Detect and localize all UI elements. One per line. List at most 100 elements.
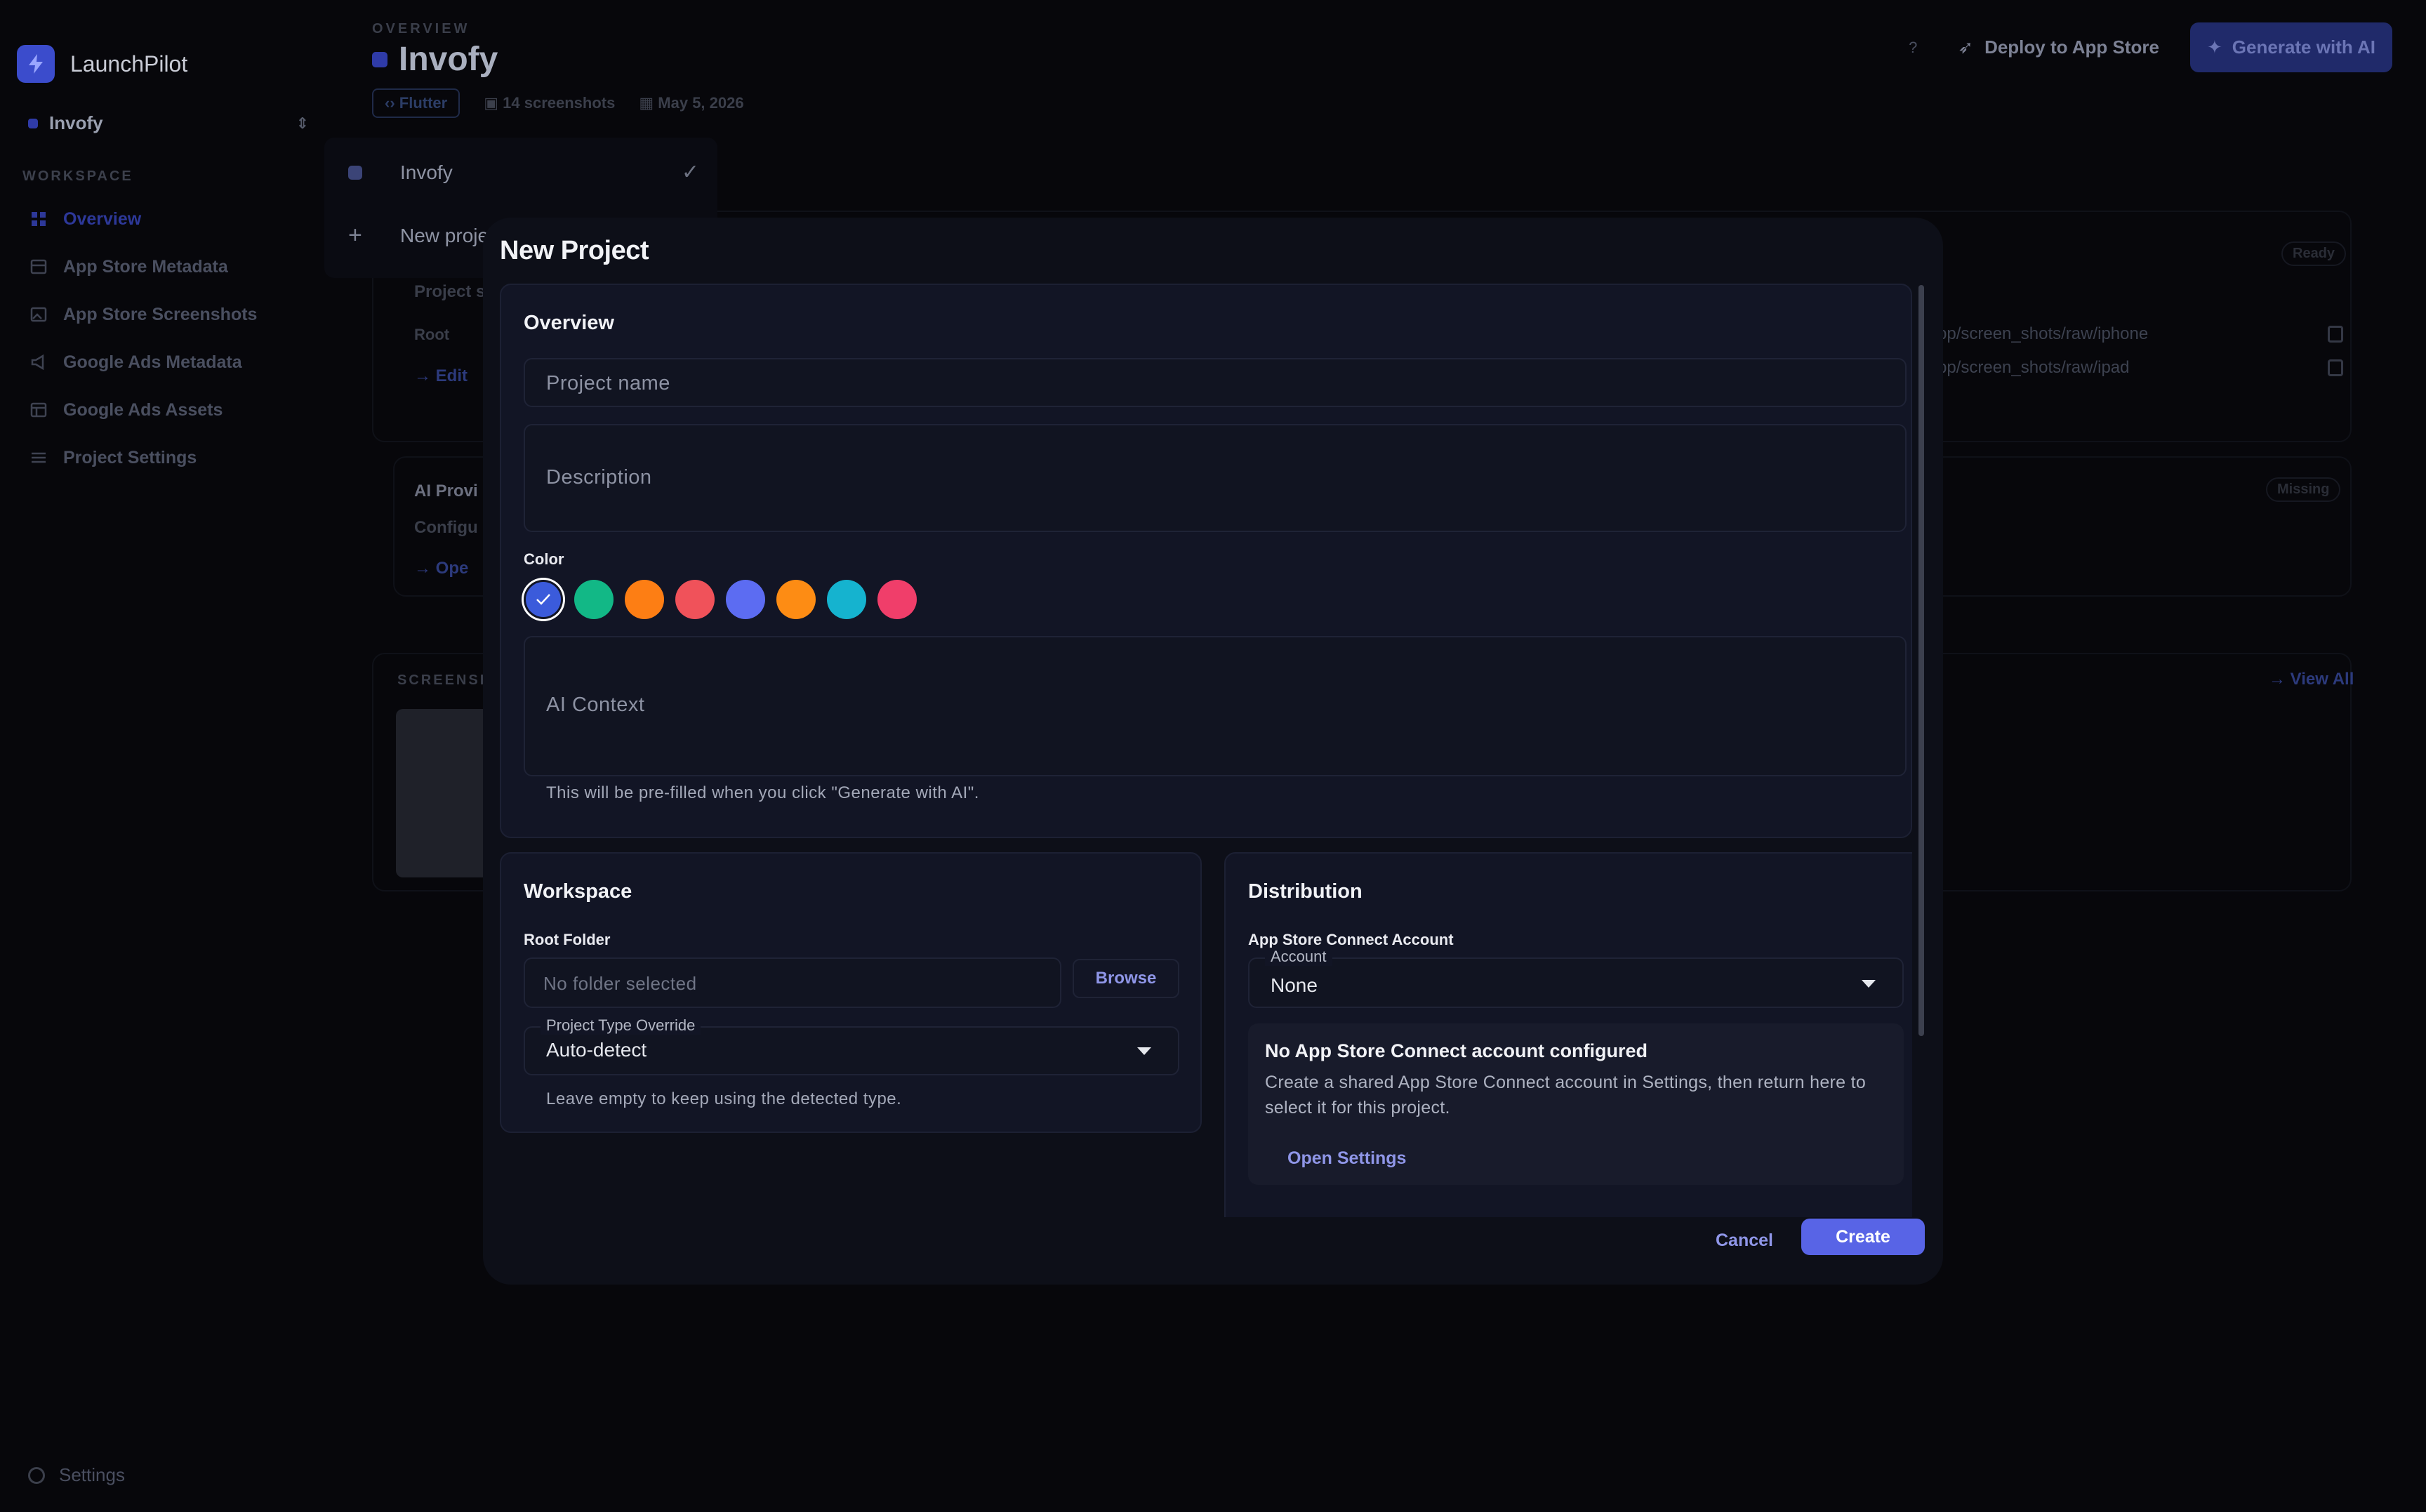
project-type-label: Project Type Override — [541, 1016, 701, 1035]
megaphone-icon — [29, 353, 48, 371]
deploy-label: Deploy to App Store — [1984, 37, 2159, 58]
check-icon — [536, 594, 550, 605]
missing-badge: Missing — [2266, 477, 2341, 502]
color-swatch-8[interactable] — [877, 580, 917, 619]
sidebar-item-label: App Store Metadata — [63, 256, 228, 277]
project-switcher-label: Invofy — [49, 112, 103, 133]
open-settings-button[interactable]: Open Settings — [1287, 1148, 1406, 1169]
account-select[interactable]: None — [1248, 957, 1904, 1008]
view-all-label: View All — [2290, 670, 2354, 689]
dialog-title: New Project — [500, 236, 649, 265]
chevron-updown-icon: ⇕ — [296, 114, 309, 132]
project-date-label: May 5, 2026 — [658, 94, 744, 112]
color-swatch-3[interactable] — [625, 580, 664, 619]
help-button[interactable]: ? — [1899, 34, 1927, 62]
code-icon: ‹› — [385, 94, 395, 112]
framework-label: Flutter — [399, 94, 448, 112]
color-swatch-1[interactable] — [526, 582, 561, 617]
edit-link[interactable]: → Edit — [414, 366, 468, 386]
sidebar-item-label: App Store Screenshots — [63, 304, 258, 324]
sidebar-item-project-settings[interactable]: Project Settings — [17, 434, 312, 482]
workspace-title: Workspace — [524, 880, 632, 903]
sidebar-item-google-ads-metadata[interactable]: Google Ads Metadata — [17, 338, 312, 386]
ai-context-helper: This will be pre-filled when you click "… — [546, 783, 979, 802]
deploy-button[interactable]: ➶ Deploy to App Store — [1958, 37, 2159, 58]
grid-icon — [29, 210, 48, 228]
lightning-icon — [17, 45, 55, 83]
sliders-icon — [29, 449, 48, 467]
ai-context-input[interactable]: AI Context — [524, 636, 1907, 776]
dropdown-item-invofy[interactable]: Invofy ✓ — [348, 160, 699, 185]
overview-card: Overview Project name Description Color — [500, 284, 1912, 838]
framework-chip: ‹› Flutter — [372, 88, 460, 118]
chevron-down-icon — [1862, 980, 1876, 988]
notice-body: Create a shared App Store Connect accoun… — [1265, 1073, 1867, 1118]
sidebar-settings-link[interactable]: Settings — [28, 1464, 125, 1486]
no-account-notice: No App Store Connect account configured … — [1248, 1023, 1904, 1185]
project-color-dot — [28, 118, 38, 128]
ready-badge: Ready — [2281, 241, 2347, 266]
project-switcher[interactable]: Invofy ⇕ — [28, 112, 309, 134]
browse-button[interactable]: Browse — [1073, 959, 1179, 998]
page-title: Invofy — [372, 40, 744, 79]
project-name-input[interactable]: Project name — [524, 358, 1907, 407]
screenshot-count-label: 14 screenshots — [503, 94, 616, 112]
asc-account-section-label: App Store Connect Account — [1248, 931, 1454, 948]
screenshot-thumbnail[interactable] — [396, 709, 494, 877]
account-value: None — [1271, 974, 1318, 996]
calendar-icon: ▦ — [639, 94, 654, 112]
chevron-down-icon — [1137, 1047, 1151, 1055]
page-title-text: Invofy — [399, 41, 498, 78]
view-all-link[interactable]: → View All — [2269, 670, 2354, 689]
copy-icon[interactable] — [2328, 326, 2343, 343]
color-swatch-6[interactable] — [776, 580, 816, 619]
generate-ai-label: Generate with AI — [2232, 37, 2375, 58]
open-link-label: Ope — [435, 559, 469, 578]
path-ipad: pp/screen_shots/raw/ipad — [1937, 358, 2130, 377]
overview-title: Overview — [524, 312, 614, 334]
distribution-card: Distribution App Store Connect Account N… — [1224, 852, 1912, 1217]
project-type-helper: Leave empty to keep using the detected t… — [546, 1089, 902, 1108]
rocket-icon: ➶ — [1958, 37, 1974, 58]
open-link[interactable]: → Ope — [414, 559, 468, 578]
color-swatch-2[interactable] — [574, 580, 614, 619]
cancel-button[interactable]: Cancel — [1716, 1231, 1773, 1251]
sidebar-item-app-store-screenshots[interactable]: App Store Screenshots — [17, 291, 312, 338]
notice-title: No App Store Connect account configured — [1265, 1040, 1648, 1061]
color-swatches — [524, 580, 917, 619]
generate-ai-button[interactable]: ✦ Generate with AI — [2190, 22, 2392, 72]
sidebar-item-label: Google Ads Assets — [63, 399, 223, 420]
ai-context-placeholder: AI Context — [546, 694, 645, 716]
project-color-square — [348, 165, 362, 180]
archive-icon — [29, 258, 48, 276]
images-icon: ▣ — [484, 94, 499, 112]
distribution-title: Distribution — [1248, 880, 1363, 903]
image-icon — [29, 305, 48, 324]
top-actions: ? ➶ Deploy to App Store ✦ Generate with … — [1899, 22, 2392, 72]
color-swatch-7[interactable] — [827, 580, 866, 619]
root-folder-input[interactable]: No folder selected — [524, 957, 1061, 1008]
color-swatch-4[interactable] — [675, 580, 715, 619]
project-meta: ‹› Flutter ▣ 14 screenshots ▦ May 5, 202… — [372, 88, 744, 118]
screenshot-count: ▣ 14 screenshots — [484, 94, 615, 112]
dialog-scrollbar[interactable] — [1918, 285, 1924, 1036]
sidebar-item-app-store-metadata[interactable]: App Store Metadata — [17, 243, 312, 291]
page-header: OVERVIEW Invofy ‹› Flutter ▣ 14 screensh… — [372, 21, 744, 118]
dropdown-item-label: New proje — [400, 224, 489, 246]
create-button[interactable]: Create — [1801, 1219, 1925, 1255]
new-project-dialog: New Project Overview Project name Descri… — [483, 218, 1943, 1285]
sidebar-item-overview[interactable]: Overview — [17, 195, 312, 243]
sidebar-item-label: Project Settings — [63, 447, 197, 467]
sidebar-nav: Overview App Store Metadata App Store Sc… — [17, 195, 312, 482]
dialog-scroll-area[interactable]: Overview Project name Description Color — [500, 284, 1912, 1217]
copy-icon[interactable] — [2328, 359, 2343, 376]
description-input[interactable]: Description — [524, 424, 1907, 532]
root-folder-placeholder: No folder selected — [543, 973, 697, 994]
sidebar-item-google-ads-assets[interactable]: Google Ads Assets — [17, 386, 312, 434]
ai-provider-text: Configu — [414, 518, 478, 537]
root-folder-label: Root Folder — [524, 931, 611, 948]
sidebar: LaunchPilot Invofy ⇕ WORKSPACE Overview … — [0, 0, 330, 1512]
color-swatch-5[interactable] — [726, 580, 765, 619]
project-panel-text: Project s — [414, 282, 486, 301]
workspace-card: Workspace Root Folder No folder selected… — [500, 852, 1202, 1133]
